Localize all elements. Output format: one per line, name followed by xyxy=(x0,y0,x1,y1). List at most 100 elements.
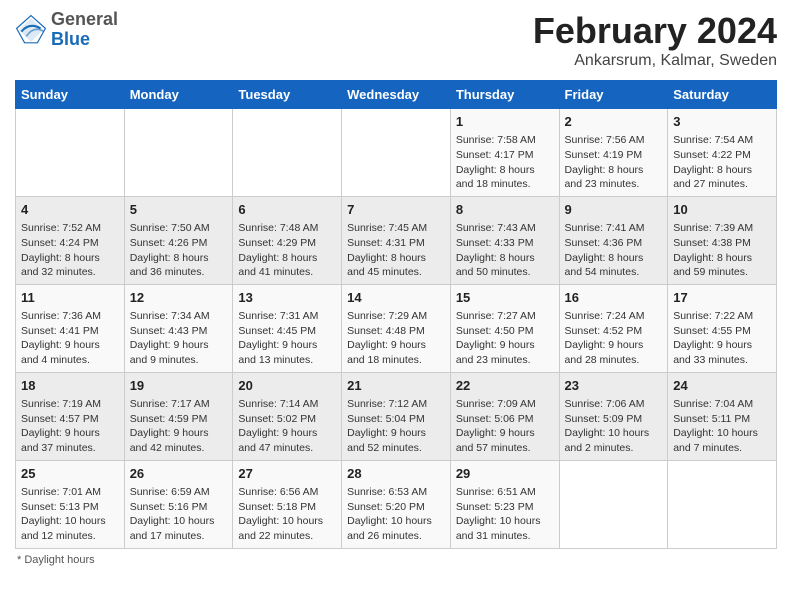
day-number: 25 xyxy=(21,465,119,483)
day-number: 20 xyxy=(238,377,336,395)
calendar-week-row: 18Sunrise: 7:19 AM Sunset: 4:57 PM Dayli… xyxy=(16,372,777,460)
calendar-cell xyxy=(559,460,668,548)
calendar-cell: 4 Sunrise: 7:52 AM Sunset: 4:24 PM Daylig… xyxy=(16,196,125,284)
day-number: 16 xyxy=(565,289,663,307)
day-info: Sunrise: 6:59 AM Sunset: 5:16 PM Dayligh… xyxy=(130,486,215,542)
calendar-day-header: Sunday xyxy=(16,81,125,109)
day-info: Sunrise: 7:17 AM Sunset: 4:59 PM Dayligh… xyxy=(130,398,210,454)
calendar-cell: 9 Sunrise: 7:41 AM Sunset: 4:36 PM Daylig… xyxy=(559,196,668,284)
calendar-cell: 7Sunrise: 7:45 AM Sunset: 4:31 PM Daylig… xyxy=(342,196,451,284)
day-info: Sunrise: 7:29 AM Sunset: 4:48 PM Dayligh… xyxy=(347,310,427,366)
day-number: 4 xyxy=(21,201,119,219)
calendar-day-header: Friday xyxy=(559,81,668,109)
day-number: 7 xyxy=(347,201,445,219)
day-number: 3 xyxy=(673,113,771,131)
calendar-cell xyxy=(342,109,451,197)
day-number: 28 xyxy=(347,465,445,483)
calendar-cell: 26 Sunrise: 6:59 AM Sunset: 5:16 PM Dayli… xyxy=(124,460,233,548)
calendar-cell: 21 Sunrise: 7:12 AM Sunset: 5:04 PM Dayli… xyxy=(342,372,451,460)
day-info: Sunrise: 6:53 AM Sunset: 5:20 PM Dayligh… xyxy=(347,486,432,542)
day-number: 5 xyxy=(130,201,228,219)
day-number: 14 xyxy=(347,289,445,307)
logo: General Blue xyxy=(15,10,118,50)
day-info: Sunrise: 7:56 AM Sunset: 4:19 PM Dayligh… xyxy=(565,134,645,190)
day-number: 21 xyxy=(347,377,445,395)
day-number: 8 xyxy=(456,201,554,219)
calendar-cell: 17 Sunrise: 7:22 AM Sunset: 4:55 PM Dayli… xyxy=(668,284,777,372)
day-info: Sunrise: 7:01 AM Sunset: 5:13 PM Dayligh… xyxy=(21,486,106,542)
day-number: 11 xyxy=(21,289,119,307)
calendar-cell xyxy=(233,109,342,197)
day-number: 9 xyxy=(565,201,663,219)
calendar-cell: 18Sunrise: 7:19 AM Sunset: 4:57 PM Dayli… xyxy=(16,372,125,460)
day-number: 27 xyxy=(238,465,336,483)
day-info: Sunrise: 7:41 AM Sunset: 4:36 PM Dayligh… xyxy=(565,222,645,278)
calendar-cell: 6Sunrise: 7:48 AM Sunset: 4:29 PM Daylig… xyxy=(233,196,342,284)
calendar-cell: 19Sunrise: 7:17 AM Sunset: 4:59 PM Dayli… xyxy=(124,372,233,460)
day-number: 13 xyxy=(238,289,336,307)
day-info: Sunrise: 7:36 AM Sunset: 4:41 PM Dayligh… xyxy=(21,310,101,366)
day-info: Sunrise: 7:14 AM Sunset: 5:02 PM Dayligh… xyxy=(238,398,318,454)
day-number: 26 xyxy=(130,465,228,483)
day-info: Sunrise: 7:34 AM Sunset: 4:43 PM Dayligh… xyxy=(130,310,210,366)
calendar-cell: 1 Sunrise: 7:58 AM Sunset: 4:17 PM Daylig… xyxy=(450,109,559,197)
day-number: 1 xyxy=(456,113,554,131)
day-info: Sunrise: 7:24 AM Sunset: 4:52 PM Dayligh… xyxy=(565,310,645,366)
day-info: Sunrise: 7:43 AM Sunset: 4:33 PM Dayligh… xyxy=(456,222,536,278)
calendar-day-header: Monday xyxy=(124,81,233,109)
day-number: 17 xyxy=(673,289,771,307)
day-info: Sunrise: 7:54 AM Sunset: 4:22 PM Dayligh… xyxy=(673,134,753,190)
calendar-cell: 15 Sunrise: 7:27 AM Sunset: 4:50 PM Dayli… xyxy=(450,284,559,372)
calendar-cell: 2Sunrise: 7:56 AM Sunset: 4:19 PM Daylig… xyxy=(559,109,668,197)
day-info: Sunrise: 7:48 AM Sunset: 4:29 PM Dayligh… xyxy=(238,222,318,278)
calendar-week-row: 25 Sunrise: 7:01 AM Sunset: 5:13 PM Dayli… xyxy=(16,460,777,548)
calendar-cell: 24Sunrise: 7:04 AM Sunset: 5:11 PM Dayli… xyxy=(668,372,777,460)
day-info: Sunrise: 7:52 AM Sunset: 4:24 PM Dayligh… xyxy=(21,222,101,278)
calendar-cell: 13 Sunrise: 7:31 AM Sunset: 4:45 PM Dayli… xyxy=(233,284,342,372)
calendar-cell: 14 Sunrise: 7:29 AM Sunset: 4:48 PM Dayli… xyxy=(342,284,451,372)
calendar-cell: 10 Sunrise: 7:39 AM Sunset: 4:38 PM Dayli… xyxy=(668,196,777,284)
day-info: Sunrise: 7:09 AM Sunset: 5:06 PM Dayligh… xyxy=(456,398,536,454)
day-number: 23 xyxy=(565,377,663,395)
day-number: 22 xyxy=(456,377,554,395)
calendar-day-header: Wednesday xyxy=(342,81,451,109)
day-number: 29 xyxy=(456,465,554,483)
day-info: Sunrise: 7:58 AM Sunset: 4:17 PM Dayligh… xyxy=(456,134,536,190)
page-header: General Blue February 2024 Ankarsrum, Ka… xyxy=(15,10,777,70)
day-number: 12 xyxy=(130,289,228,307)
calendar-cell: 22 Sunrise: 7:09 AM Sunset: 5:06 PM Dayli… xyxy=(450,372,559,460)
page-subtitle: Ankarsrum, Kalmar, Sweden xyxy=(533,52,777,70)
day-number: 24 xyxy=(673,377,771,395)
day-info: Sunrise: 7:31 AM Sunset: 4:45 PM Dayligh… xyxy=(238,310,318,366)
calendar-week-row: 4 Sunrise: 7:52 AM Sunset: 4:24 PM Daylig… xyxy=(16,196,777,284)
calendar-cell: 28 Sunrise: 6:53 AM Sunset: 5:20 PM Dayli… xyxy=(342,460,451,548)
day-info: Sunrise: 6:56 AM Sunset: 5:18 PM Dayligh… xyxy=(238,486,323,542)
day-info: Sunrise: 7:06 AM Sunset: 5:09 PM Dayligh… xyxy=(565,398,650,454)
calendar-day-header: Thursday xyxy=(450,81,559,109)
day-info: Sunrise: 7:12 AM Sunset: 5:04 PM Dayligh… xyxy=(347,398,427,454)
day-info: Sunrise: 7:27 AM Sunset: 4:50 PM Dayligh… xyxy=(456,310,536,366)
day-info: Sunrise: 7:22 AM Sunset: 4:55 PM Dayligh… xyxy=(673,310,753,366)
calendar-cell: 11 Sunrise: 7:36 AM Sunset: 4:41 PM Dayli… xyxy=(16,284,125,372)
calendar-week-row: 11 Sunrise: 7:36 AM Sunset: 4:41 PM Dayli… xyxy=(16,284,777,372)
calendar-cell: 5Sunrise: 7:50 AM Sunset: 4:26 PM Daylig… xyxy=(124,196,233,284)
calendar-table: SundayMondayTuesdayWednesdayThursdayFrid… xyxy=(15,80,777,549)
day-info: Sunrise: 6:51 AM Sunset: 5:23 PM Dayligh… xyxy=(456,486,541,542)
day-number: 15 xyxy=(456,289,554,307)
day-number: 10 xyxy=(673,201,771,219)
footer-note: * Daylight hours xyxy=(15,554,777,566)
calendar-header-row: SundayMondayTuesdayWednesdayThursdayFrid… xyxy=(16,81,777,109)
calendar-cell: 12 Sunrise: 7:34 AM Sunset: 4:43 PM Dayli… xyxy=(124,284,233,372)
calendar-cell: 23 Sunrise: 7:06 AM Sunset: 5:09 PM Dayli… xyxy=(559,372,668,460)
day-info: Sunrise: 7:39 AM Sunset: 4:38 PM Dayligh… xyxy=(673,222,753,278)
title-area: February 2024 Ankarsrum, Kalmar, Sweden xyxy=(533,10,777,70)
calendar-day-header: Tuesday xyxy=(233,81,342,109)
logo-text: General Blue xyxy=(51,10,118,50)
logo-line1: General xyxy=(51,10,118,30)
calendar-cell: 27 Sunrise: 6:56 AM Sunset: 5:18 PM Dayli… xyxy=(233,460,342,548)
calendar-cell: 3 Sunrise: 7:54 AM Sunset: 4:22 PM Daylig… xyxy=(668,109,777,197)
calendar-cell: 16 Sunrise: 7:24 AM Sunset: 4:52 PM Dayli… xyxy=(559,284,668,372)
calendar-cell: 8 Sunrise: 7:43 AM Sunset: 4:33 PM Daylig… xyxy=(450,196,559,284)
calendar-cell xyxy=(16,109,125,197)
calendar-day-header: Saturday xyxy=(668,81,777,109)
